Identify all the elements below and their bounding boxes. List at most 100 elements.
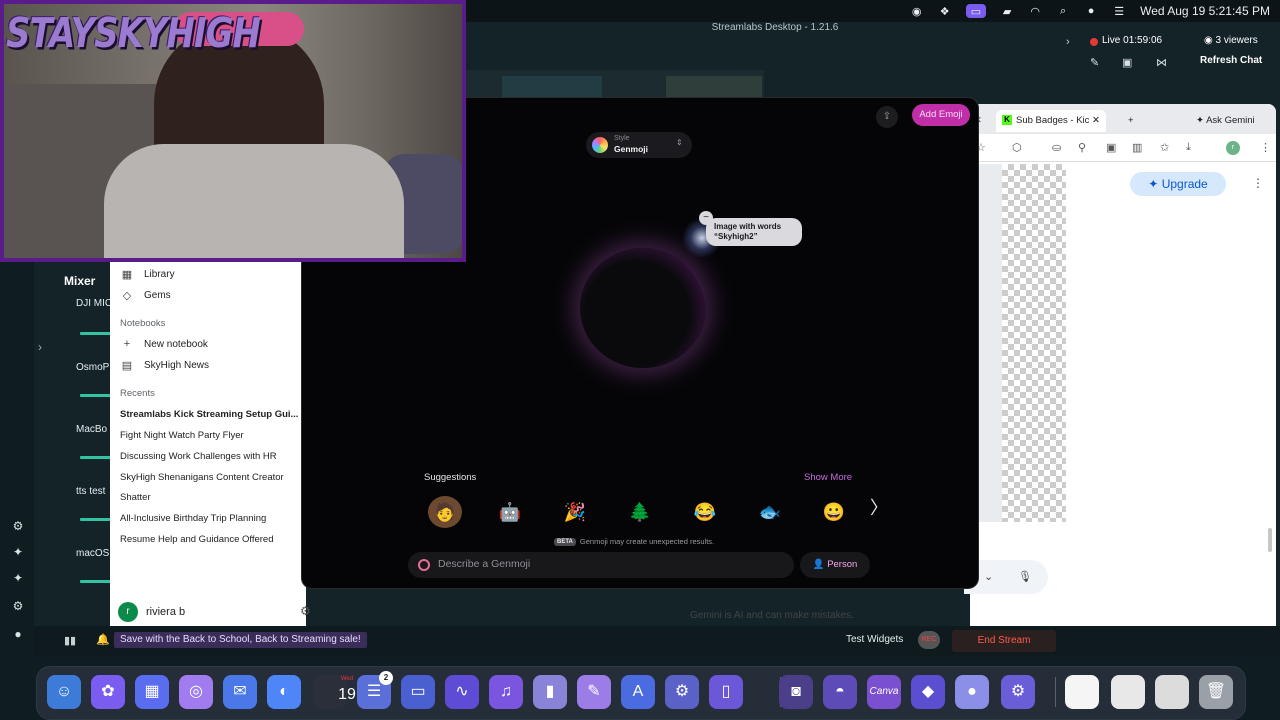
new-tab-button[interactable]: + xyxy=(1128,110,1134,132)
shortcuts-icon[interactable]: ◆ xyxy=(911,675,945,709)
chevron-down-icon[interactable]: ⌄ xyxy=(984,570,993,583)
sidebar-item-library[interactable]: ▦ Library xyxy=(120,268,175,281)
refresh-chat-button[interactable]: Refresh Chat xyxy=(1200,55,1262,66)
wifi-icon[interactable]: ◠ xyxy=(1028,4,1042,18)
download-icon[interactable]: ⤓ xyxy=(1186,141,1191,154)
bookmark-star-icon[interactable]: ✩ xyxy=(1160,141,1169,154)
stats-icon[interactable]: ▮▮ xyxy=(64,634,76,647)
test-widgets-button[interactable]: Test Widgets xyxy=(846,634,903,645)
numbers-icon[interactable]: ▮ xyxy=(533,675,567,709)
recent-chat[interactable]: Resume Help and Guidance Offered xyxy=(120,534,304,545)
menu-clock[interactable]: Wed Aug 19 5:21:45 PM xyxy=(1140,4,1270,18)
end-stream-button[interactable]: End Stream xyxy=(952,630,1056,652)
suggestion-emoji[interactable]: 😀 xyxy=(817,496,851,528)
microphone-icon[interactable]: 🎙 xyxy=(1018,570,1032,583)
profile-avatar-icon[interactable]: r xyxy=(1226,141,1240,155)
user-account[interactable]: r riviera b xyxy=(118,602,185,622)
launchpad-icon[interactable]: ▦ xyxy=(135,675,169,709)
control-center-icon[interactable]: ☰ xyxy=(1112,4,1126,18)
robot-icon[interactable]: ▣ xyxy=(1122,56,1132,69)
finder-icon[interactable]: ☺ xyxy=(47,675,81,709)
suggestion-emoji[interactable]: 🌲 xyxy=(623,496,657,528)
new-notebook-button[interactable]: + New notebook xyxy=(120,338,208,350)
recent-file-thumbnail[interactable] xyxy=(1111,675,1145,709)
prompt-tag[interactable]: Image with words “Skyhigh2” xyxy=(706,218,802,246)
chevron-right-icon[interactable]: 〉 xyxy=(870,494,888,520)
trash-icon[interactable]: 🗑 xyxy=(1199,675,1233,709)
settings-gear-icon[interactable]: ⚙ xyxy=(300,604,311,618)
show-more-link[interactable]: Show More xyxy=(804,472,852,483)
iphone-mirroring-icon[interactable]: ▯ xyxy=(709,675,743,709)
display-icon[interactable]: ▭ xyxy=(965,4,987,18)
system-settings-icon[interactable]: ⚙ xyxy=(665,675,699,709)
settings-icon[interactable]: ⚙ xyxy=(10,598,26,614)
extension-icon[interactable]: ⚲ xyxy=(1078,141,1086,154)
music-icon[interactable]: ♫ xyxy=(489,675,523,709)
safari-icon[interactable]: ◐ xyxy=(267,675,301,709)
menu-kebab-icon[interactable]: ⋮ xyxy=(1260,141,1271,154)
downloads-stack-icon[interactable] xyxy=(1155,675,1189,709)
genmoji-description-input[interactable]: Describe a Genmoji xyxy=(408,552,794,578)
sidebar-item-gems[interactable]: ◇ Gems xyxy=(120,289,171,302)
widgets-icon[interactable]: ✦ xyxy=(10,570,26,586)
edit-icon[interactable]: ✎ xyxy=(1090,56,1099,69)
recent-chat[interactable]: All-Inclusive Birthday Trip Planning xyxy=(120,513,304,524)
streamlabs-icon[interactable]: ◙ xyxy=(779,675,813,709)
style-selector[interactable]: Style Genmoji ⇕ xyxy=(586,132,692,158)
photos-icon[interactable]: ✿ xyxy=(91,675,125,709)
canva-icon[interactable]: Canva xyxy=(867,675,901,709)
extension-icon[interactable]: ⬡ xyxy=(1012,141,1022,154)
profile-icon[interactable]: ● xyxy=(10,626,26,642)
chevron-right-icon[interactable]: › xyxy=(1066,36,1070,48)
app-store-icon[interactable]: A xyxy=(621,675,655,709)
browser-toolbar: ☆ ⬡ ⛀ ⚲ ▣ ▥ ✩ ⤓ r ⋮ xyxy=(970,134,1276,162)
add-emoji-button[interactable]: Add Emoji xyxy=(912,104,970,126)
obs-icon[interactable]: ⚙ xyxy=(1001,675,1035,709)
close-icon[interactable]: ✕ xyxy=(1092,115,1100,126)
sidebar-icon[interactable]: ▥ xyxy=(1132,141,1142,154)
suggestion-emoji[interactable]: 🐟 xyxy=(753,496,787,528)
battery-icon[interactable]: ▰ xyxy=(1000,4,1014,18)
more-options-icon[interactable]: ⋮ xyxy=(1252,176,1264,190)
pages-icon[interactable]: ✎ xyxy=(577,675,611,709)
ask-gemini-button[interactable]: ✦ Ask Gemini xyxy=(1196,110,1255,132)
mail-icon[interactable]: ✉ xyxy=(223,675,257,709)
recent-chat[interactable]: Shatter xyxy=(120,492,304,503)
siri-icon[interactable]: ◎ xyxy=(179,675,213,709)
search-icon[interactable]: ⌕ xyxy=(1056,4,1070,18)
share-icon[interactable]: ⋈ xyxy=(1156,56,1167,69)
suggestion-emoji[interactable]: 🎉 xyxy=(558,496,592,528)
recent-chat[interactable]: SkyHigh Shenanigans Content Creator xyxy=(120,472,304,483)
app-icon[interactable]: ◓ xyxy=(823,675,857,709)
themes-icon[interactable]: ✦ xyxy=(10,544,26,560)
recent-chat[interactable]: Discussing Work Challenges with HR xyxy=(120,451,304,462)
suggestion-emoji[interactable]: 🤖 xyxy=(493,496,527,528)
tab-sub-badges[interactable]: K Sub Badges - Kic ✕ xyxy=(996,110,1107,132)
suggestion-emoji[interactable]: 😂 xyxy=(688,496,722,528)
extension-icon[interactable]: ▣ xyxy=(1106,141,1116,154)
studio-icon[interactable]: ⚙ xyxy=(10,518,26,534)
recent-chat[interactable]: Fight Night Watch Party Flyer xyxy=(120,430,304,441)
scrollbar[interactable] xyxy=(1268,528,1272,552)
github-icon[interactable]: ◉ xyxy=(910,4,924,18)
app-icon[interactable]: ❖ xyxy=(938,4,952,18)
chevron-right-icon[interactable]: › xyxy=(38,340,42,354)
macos-dock: ☺ ✿ ▦ ◎ ✉ ◐ Wed 19 ☰ 2 ▭ ∿ ♫ ▮ ✎ A ⚙ ▯ ◙… xyxy=(36,666,1246,720)
upgrade-button[interactable]: ✦ Upgrade xyxy=(1130,172,1226,196)
messages-icon[interactable]: ● xyxy=(955,675,989,709)
notification-bell-icon[interactable]: 🔔 xyxy=(96,633,110,646)
extension-icon[interactable]: ⛀ xyxy=(1052,141,1061,154)
recent-file-thumbnail[interactable] xyxy=(1065,675,1099,709)
person-button[interactable]: 👤 Person xyxy=(800,552,870,578)
freeform-icon[interactable]: ∿ xyxy=(445,675,479,709)
share-icon[interactable]: ⇪ xyxy=(876,106,898,128)
live-status-panel: › Live 01:59:06 ◉ 3 viewers ✎ ▣ ⋈ Refres… xyxy=(1066,22,1280,100)
user-icon[interactable]: ● xyxy=(1084,4,1098,18)
recent-chat[interactable]: Streamlabs Kick Streaming Setup Gui... xyxy=(120,409,304,420)
notebook-item[interactable]: ▤ SkyHigh News xyxy=(120,359,209,372)
calendar-icon[interactable]: Wed 19 xyxy=(313,675,356,709)
record-button[interactable]: REC xyxy=(918,631,940,649)
notes-icon[interactable]: ▭ xyxy=(401,675,435,709)
suggestion-emoji[interactable]: 🧑 xyxy=(428,496,462,528)
promo-banner[interactable]: Save with the Back to School, Back to St… xyxy=(114,632,367,648)
